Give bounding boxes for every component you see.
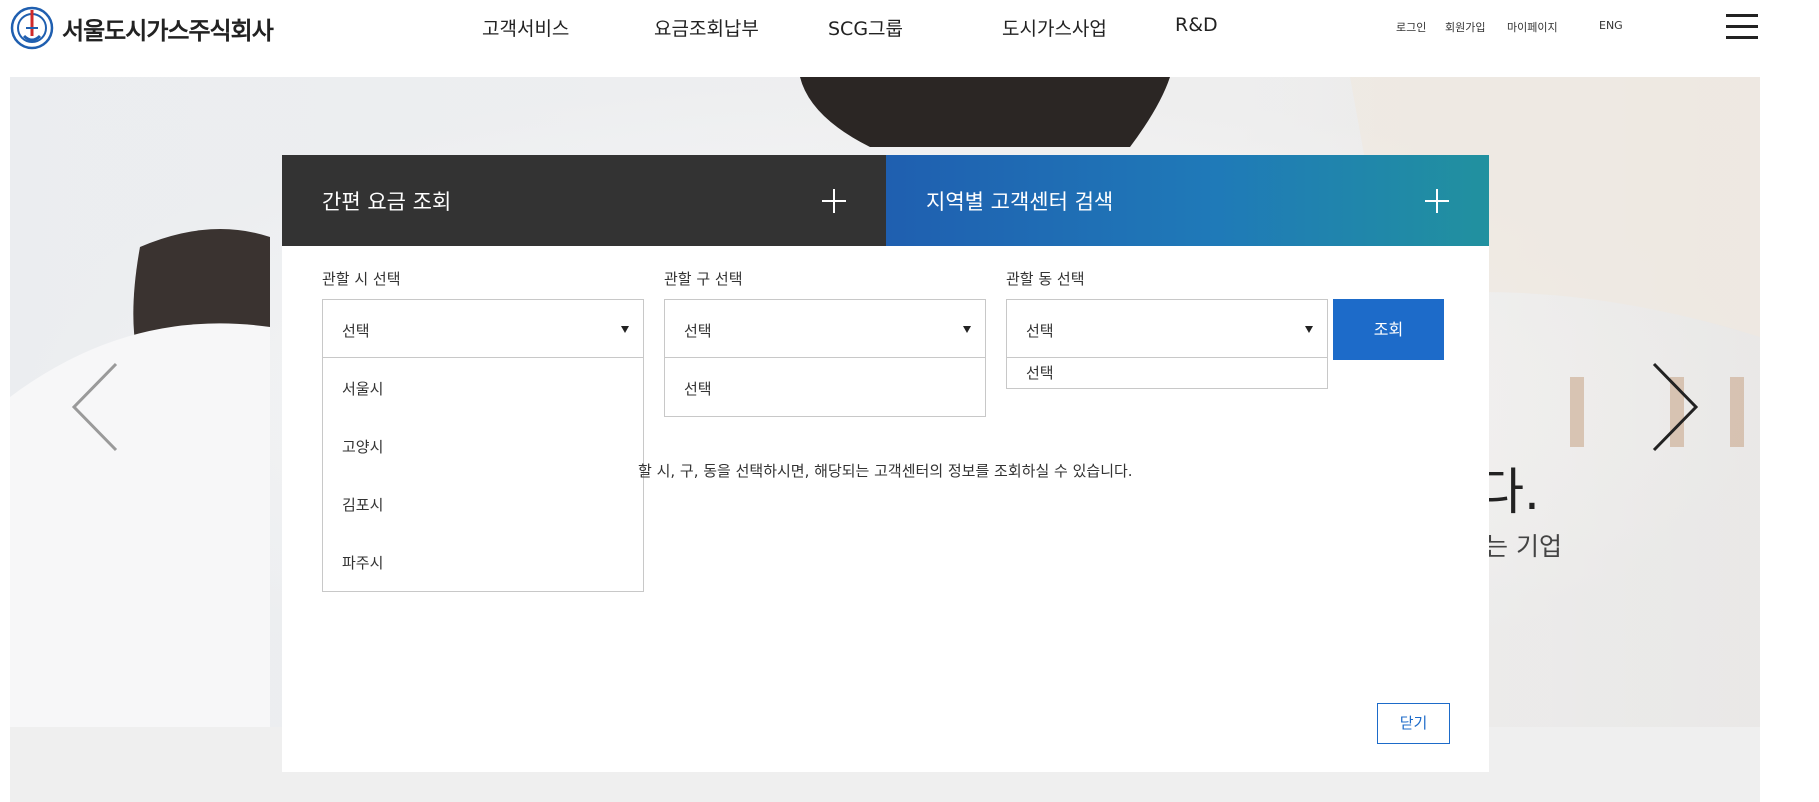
dong-label: 관할 동 선택 (1006, 270, 1085, 288)
caret-down-icon (963, 326, 971, 333)
signup-link[interactable]: 회원가입 (1445, 19, 1485, 35)
dong-dropdown: 선택 (1006, 358, 1328, 389)
nav-billing[interactable]: 요금조회납부 (654, 14, 759, 41)
chevron-right-icon[interactable] (1650, 362, 1700, 452)
close-button[interactable]: 닫기 (1377, 703, 1450, 744)
site-header: 서울도시가스주식회사 고객서비스 요금조회납부 SCG그룹 도시가스사업 R&D… (0, 0, 1819, 54)
logo[interactable]: 서울도시가스주식회사 (10, 6, 274, 50)
nav-rnd[interactable]: R&D (1175, 14, 1218, 36)
city-label: 관할 시 선택 (322, 270, 401, 288)
city-select[interactable]: 선택 (322, 299, 644, 358)
search-button[interactable]: 조회 (1333, 299, 1444, 360)
tab-label: 지역별 고객센터 검색 (926, 190, 1114, 214)
chevron-left-icon[interactable] (70, 362, 120, 452)
district-select[interactable]: 선택 (664, 299, 986, 358)
city-dropdown: 서울시 고양시 김포시 파주시 (322, 358, 644, 592)
logo-text: 서울도시가스주식회사 (62, 16, 274, 45)
dong-select-value: 선택 (1026, 322, 1054, 340)
customer-center-search-modal: 간편 요금 조회 지역별 고객센터 검색 관할 시 선택 선택 서울시 고양시 … (282, 155, 1489, 772)
district-option[interactable]: 선택 (684, 378, 712, 399)
info-text: 할 시, 구, 동을 선택하시면, 해당되는 고객센터의 정보를 조회하실 수 … (638, 462, 1133, 480)
dong-select[interactable]: 선택 (1006, 299, 1328, 358)
caret-down-icon (621, 326, 629, 333)
dong-option[interactable]: 선택 (1026, 362, 1054, 383)
district-dropdown: 선택 (664, 358, 986, 417)
district-label: 관할 구 선택 (664, 270, 743, 288)
mypage-link[interactable]: 마이페이지 (1507, 19, 1558, 35)
tab-quick-bill[interactable]: 간편 요금 조회 (282, 155, 886, 246)
plus-icon (822, 189, 846, 213)
city-option[interactable]: 서울시 (342, 378, 383, 399)
nav-city-gas-business[interactable]: 도시가스사업 (1002, 14, 1107, 41)
hero-subheadline: 는 기업 (1485, 532, 1562, 561)
logo-icon (10, 6, 54, 50)
hamburger-icon[interactable] (1726, 14, 1758, 40)
language-link[interactable]: ENG (1599, 19, 1623, 32)
tab-regional-center-search[interactable]: 지역별 고객센터 검색 (886, 155, 1489, 246)
district-select-value: 선택 (684, 322, 712, 340)
city-option[interactable]: 고양시 (342, 436, 383, 457)
city-option[interactable]: 파주시 (342, 552, 383, 573)
city-option[interactable]: 김포시 (342, 494, 383, 515)
nav-customer-service[interactable]: 고객서비스 (482, 14, 569, 41)
login-link[interactable]: 로그인 (1396, 19, 1426, 35)
city-select-value: 선택 (342, 322, 370, 340)
tab-label: 간편 요금 조회 (322, 190, 452, 214)
caret-down-icon (1305, 326, 1313, 333)
nav-scg-group[interactable]: SCG그룹 (828, 14, 903, 41)
plus-icon (1425, 189, 1449, 213)
